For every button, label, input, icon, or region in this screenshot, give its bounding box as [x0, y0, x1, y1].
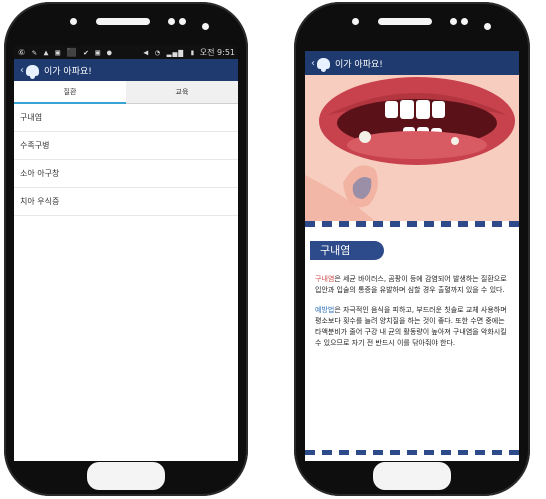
article-body: 구내염은 세균 바이러스, 곰팡이 등에 감염되어 발생하는 질환으로 입안과 … [305, 260, 519, 349]
disease-list: 구내염 수족구병 소아 아구창 치아 우식증 [14, 104, 238, 216]
keyword-stomatitis: 구내염 [315, 275, 335, 283]
clock: 오전 9:51 [199, 48, 235, 57]
home-button[interactable] [373, 462, 451, 490]
back-chevron-icon[interactable]: ‹ [20, 65, 24, 76]
back-chevron-icon[interactable]: ‹ [311, 58, 315, 69]
sensor-dot [461, 18, 468, 25]
tab-disease[interactable]: 질환 [14, 81, 126, 104]
screen-right: ‹ 이가 아파요! 구내염 구내염은 세균 바이러스, 곰팡이 등에 감염되어 … [305, 51, 519, 461]
list-item-hfmd[interactable]: 수족구병 [14, 132, 238, 160]
earpiece [96, 18, 150, 25]
phone-frame-right: ‹ 이가 아파요! 구내염 구내염은 세균 바이러스, 곰팡이 등에 감염되어 … [294, 2, 530, 496]
status-bar: ⑥ ✎ ▲ ▣ ⬛ ✔ ▣ ● ◀ ◔ ▂▄▆ ▮ 오전 9:51 [14, 46, 238, 59]
paragraph-prevention: 예방법은 자극적인 음식을 피하고, 부드러운 칫솔로 교체 사용하며 평소보다… [315, 305, 509, 349]
home-button[interactable] [87, 462, 165, 490]
list-item-oral-thrush[interactable]: 소아 아구창 [14, 160, 238, 188]
screen-left: ⑥ ✎ ▲ ▣ ⬛ ✔ ▣ ● ◀ ◔ ▂▄▆ ▮ 오전 9:51 ‹ 이가 아… [14, 46, 238, 461]
signal-icon: ◀ ◔ ▂▄▆ ▮ [143, 48, 196, 57]
dashed-divider-bottom [305, 450, 519, 455]
app-bar: ‹ 이가 아파요! [14, 59, 238, 81]
tooth-logo-icon [317, 57, 330, 72]
sensor-dot [70, 18, 77, 25]
camera-icon [202, 23, 209, 30]
list-item-stomatitis[interactable]: 구내염 [14, 104, 238, 132]
sensor-dot [179, 18, 186, 25]
paragraph-definition: 구내염은 세균 바이러스, 곰팡이 등에 감염되어 발생하는 질환으로 입안과 … [315, 274, 509, 296]
app-bar: ‹ 이가 아파요! [305, 51, 519, 75]
section-heading: 구내염 [310, 241, 384, 260]
sensor-dot [168, 18, 175, 25]
phone-frame-left: ⑥ ✎ ▲ ▣ ⬛ ✔ ▣ ● ◀ ◔ ▂▄▆ ▮ 오전 9:51 ‹ 이가 아… [4, 2, 248, 496]
tab-education[interactable]: 교육 [126, 81, 238, 103]
notification-icons: ⑥ ✎ ▲ ▣ ⬛ ✔ ▣ ● [18, 48, 113, 57]
tooth-logo-icon [26, 64, 39, 79]
mouth-illustration [305, 75, 519, 221]
tab-bar: 질환 교육 [14, 81, 238, 104]
keyword-prevention: 예방법 [315, 306, 335, 314]
paragraph-text: 은 세균 바이러스, 곰팡이 등에 감염되어 발생하는 질환으로 입안과 입술의… [315, 275, 507, 294]
dashed-divider [305, 221, 519, 227]
list-item-dental-caries[interactable]: 치아 우식증 [14, 188, 238, 216]
mouth-illustration-svg [305, 75, 519, 221]
camera-icon [484, 23, 491, 30]
app-title: 이가 아파요! [335, 59, 383, 70]
paragraph-text: 은 자극적인 음식을 피하고, 부드러운 칫솔로 교체 사용하며 평소보다 횟수… [315, 306, 507, 347]
sensor-dot [450, 18, 457, 25]
app-title: 이가 아파요! [44, 66, 92, 77]
status-right: ◀ ◔ ▂▄▆ ▮ 오전 9:51 [143, 46, 235, 59]
earpiece [378, 18, 432, 25]
sensor-dot [352, 18, 359, 25]
